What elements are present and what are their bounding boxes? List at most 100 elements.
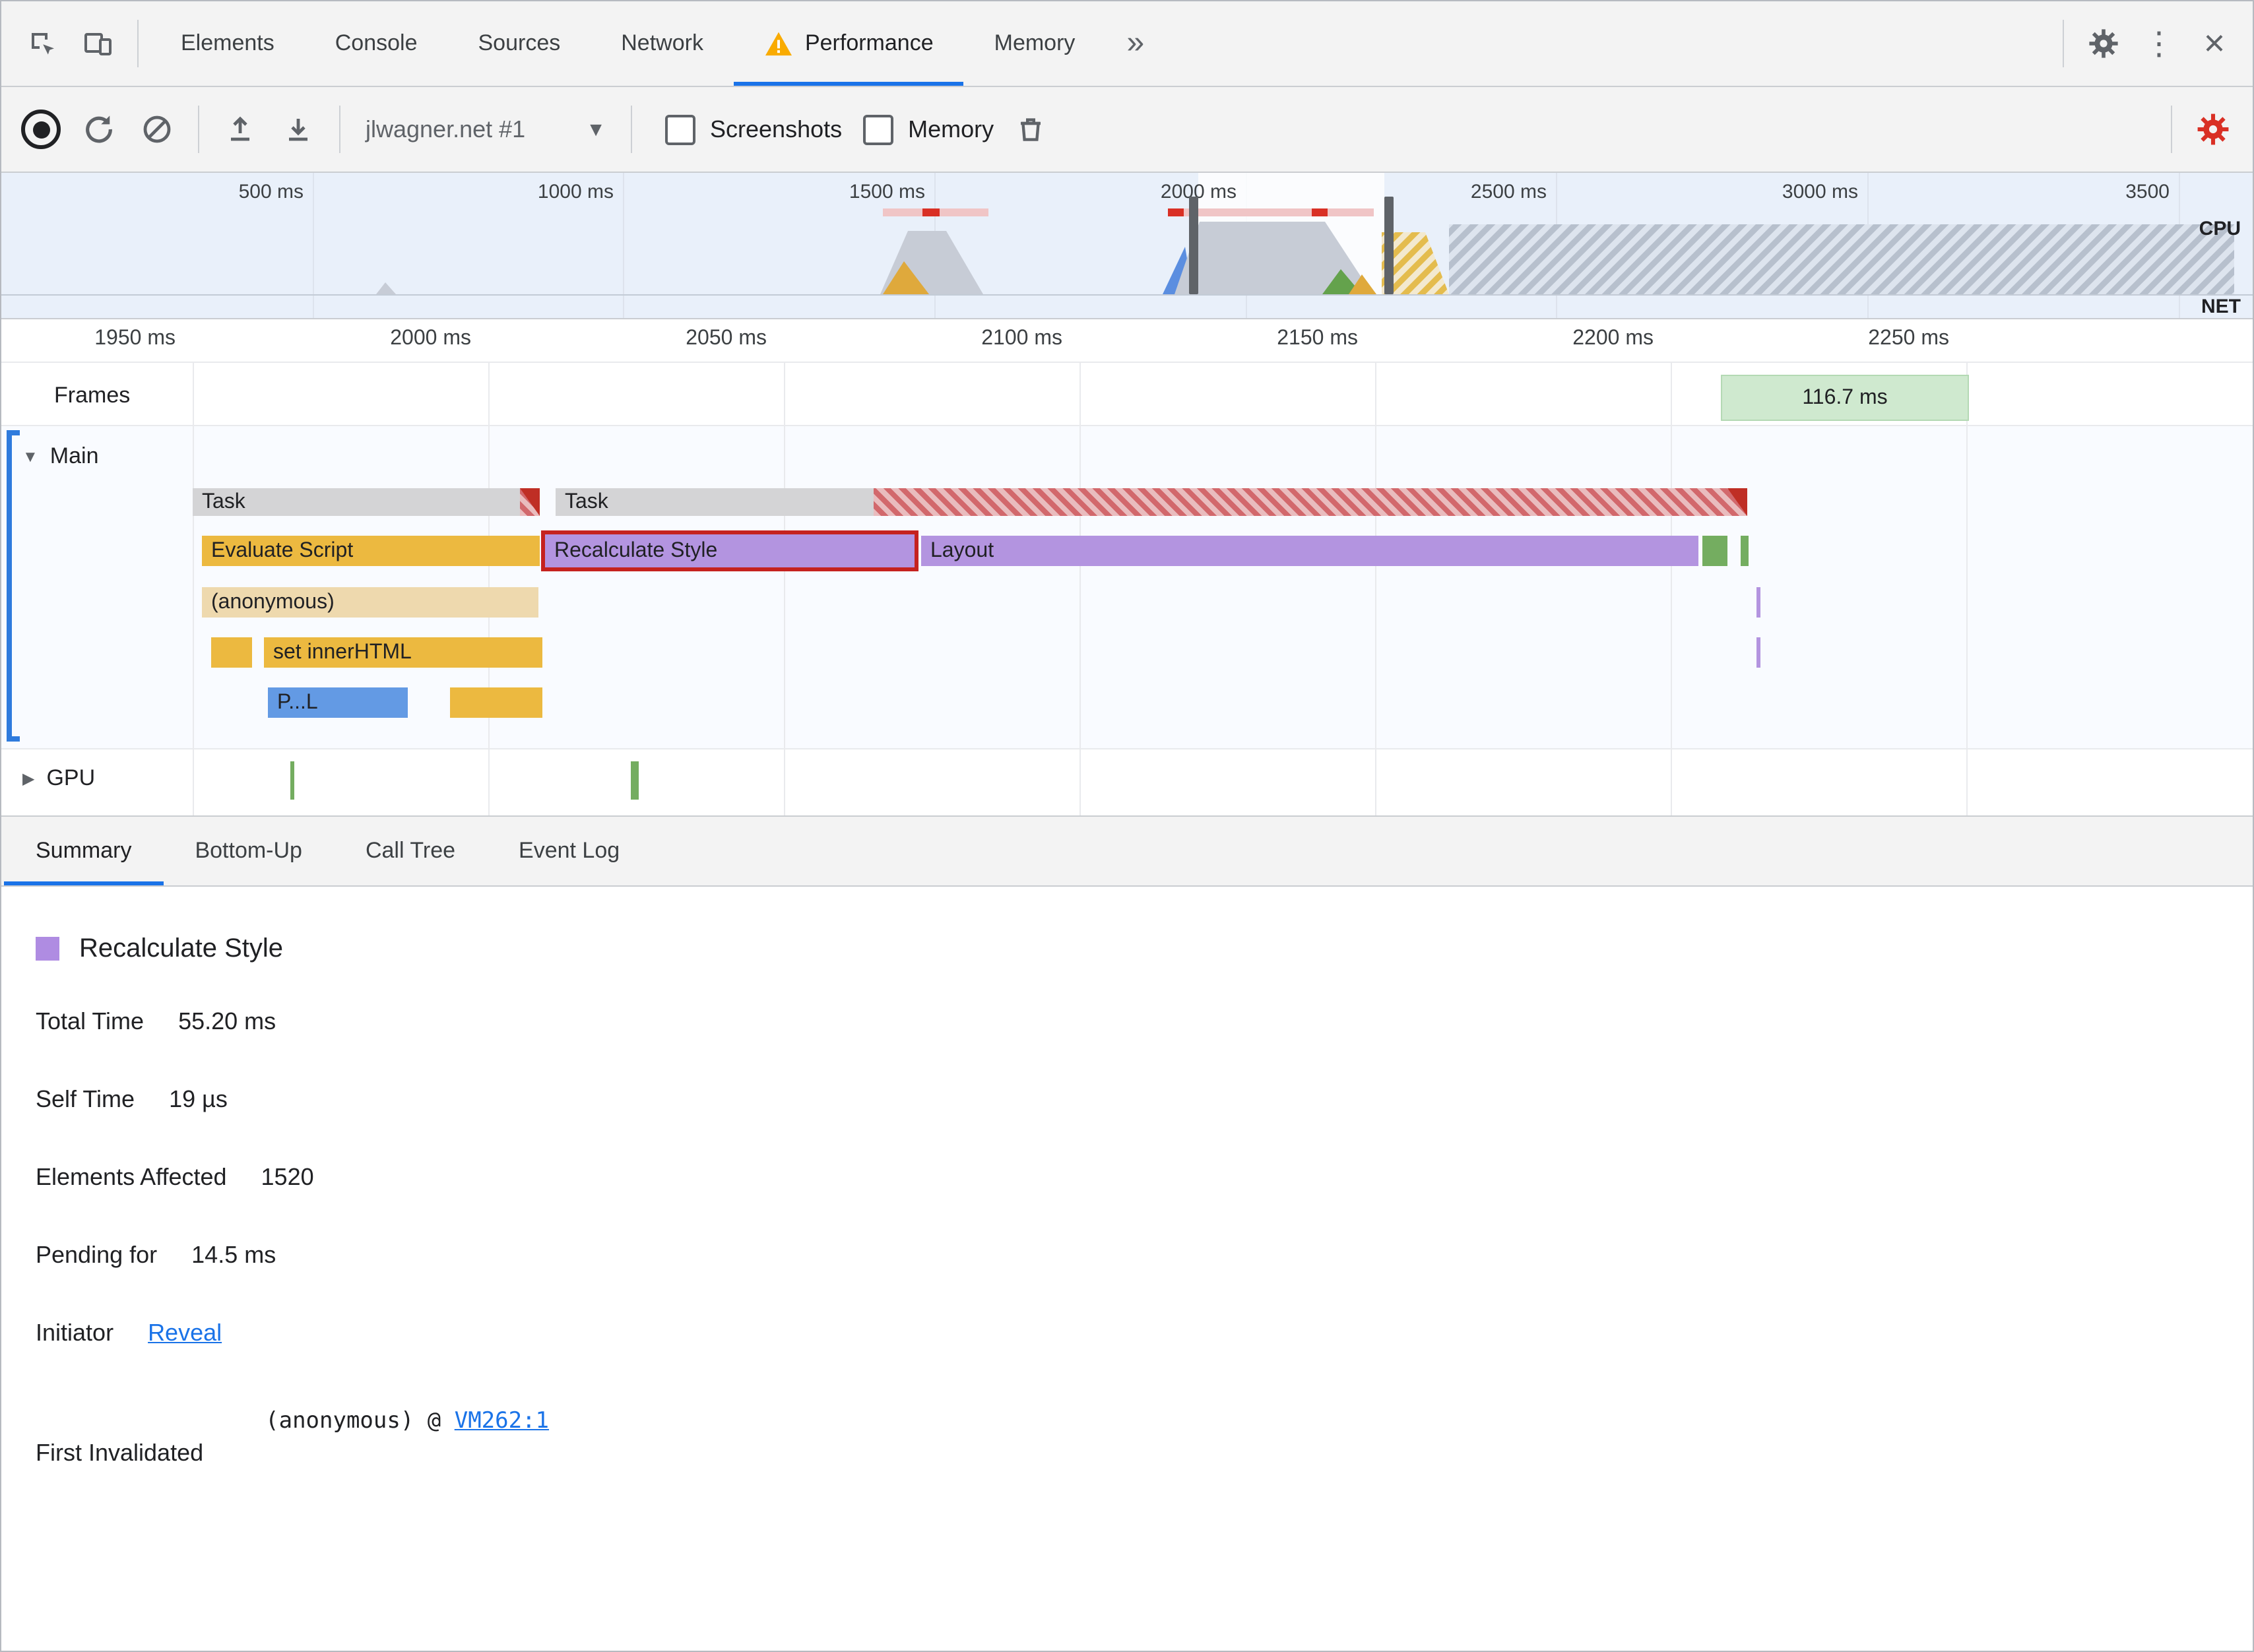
gpu-activity-bar[interactable] (290, 761, 294, 800)
tab-memory[interactable]: Memory (964, 1, 1106, 86)
script-bar[interactable] (450, 687, 542, 718)
long-task-hatched-bar[interactable] (874, 488, 1747, 516)
selection-handle-left[interactable] (1189, 197, 1198, 294)
gridline (1079, 362, 1081, 815)
tab-bottom-up[interactable]: Bottom-Up (163, 817, 334, 885)
divider (339, 106, 340, 153)
tab-elements[interactable]: Elements (150, 1, 305, 86)
initiator-row: Initiator Reveal (36, 1317, 2253, 1349)
summary-panel: Recalculate Style Total Time 55.20 ms Sel… (1, 932, 2253, 1467)
summary-row-label: Elements Affected (36, 1164, 227, 1190)
checkbox-label: Memory (908, 115, 994, 142)
event-color-legend (36, 937, 59, 961)
parse-html-bar[interactable]: P...L (268, 687, 408, 718)
expand-arrow-icon: ▶ (22, 769, 35, 788)
timeline-overview[interactable]: 500 ms 1000 ms 1500 ms 2000 ms 2500 ms 3… (1, 173, 2253, 319)
warning-icon (764, 30, 793, 57)
frames-track-label: Frames (54, 383, 131, 408)
cpu-strip-label: CPU (2199, 218, 2241, 240)
tab-label: Sources (478, 30, 561, 55)
frame-duration-block[interactable]: 116.7 ms (1721, 375, 1969, 421)
style-sliver-bar[interactable] (1756, 637, 1760, 668)
gpu-activity-bar[interactable] (631, 761, 639, 800)
tab-sources[interactable]: Sources (448, 1, 591, 86)
script-bar[interactable] (211, 637, 252, 668)
summary-row: Pending for 14.5 ms (36, 1239, 2253, 1271)
profile-select[interactable]: jlwagner.net #1 ▼ (352, 100, 619, 158)
task-bar-label: Task (565, 491, 608, 513)
source-location-link[interactable]: VM262:1 (455, 1408, 549, 1434)
bar-label: (anonymous) (211, 591, 335, 614)
clear-button[interactable] (128, 99, 186, 160)
bar-label: set innerHTML (273, 641, 412, 664)
task-bar[interactable]: Task (556, 488, 874, 516)
checkbox-label: Screenshots (710, 115, 843, 142)
summary-row: Self Time 19 µs (36, 1083, 2253, 1115)
screenshots-checkbox[interactable]: Screenshots (665, 114, 842, 144)
flame-chart[interactable]: 1950 ms 2000 ms 2050 ms 2100 ms 2150 ms … (1, 319, 2253, 815)
anonymous-call-bar[interactable]: (anonymous) (202, 587, 538, 618)
inspect-icon[interactable] (15, 13, 70, 74)
summary-heading: Recalculate Style (36, 932, 2253, 966)
gridline (784, 362, 785, 815)
profile-select-value: jlwagner.net #1 (366, 115, 526, 142)
tab-network[interactable]: Network (591, 1, 734, 86)
gridline (1375, 362, 1376, 815)
divider (1, 362, 2253, 363)
devtools-tabbar: Elements Console Sources Network Perform… (1, 1, 2253, 87)
evaluate-script-bar[interactable]: Evaluate Script (202, 536, 540, 566)
bar-label: Evaluate Script (211, 540, 354, 562)
recalculate-style-bar[interactable]: Recalculate Style (541, 530, 918, 571)
summary-row-label: Pending for (36, 1242, 158, 1268)
summary-row-value: 14.5 ms (191, 1242, 276, 1268)
load-profile-icon[interactable] (211, 99, 269, 160)
main-track-header[interactable]: ▼ Main (22, 443, 99, 470)
kebab-menu-icon[interactable]: ⋮ (2131, 13, 2187, 74)
reload-and-record-button[interactable] (70, 99, 128, 160)
timeline-tick: 2000 ms (390, 327, 471, 350)
tab-summary[interactable]: Summary (4, 817, 163, 885)
selection-handle-right[interactable] (1384, 197, 1394, 294)
overview-tick: 2000 ms (1160, 181, 1237, 203)
paint-bar[interactable] (1741, 536, 1749, 566)
gpu-track-header[interactable]: ▶ GPU (22, 765, 95, 792)
layout-bar[interactable]: Layout (921, 536, 1698, 566)
reveal-link[interactable]: Reveal (148, 1319, 222, 1346)
track-title: GPU (46, 765, 96, 790)
divider (1, 748, 2253, 749)
settings-gear-icon[interactable] (2076, 13, 2131, 74)
device-toolbar-icon[interactable] (70, 13, 125, 74)
divider (631, 106, 632, 153)
capture-settings-gear-icon[interactable] (2184, 99, 2242, 160)
tab-label: Bottom-Up (195, 838, 302, 863)
tab-performance[interactable]: Performance (734, 1, 964, 86)
long-task-marker (1312, 208, 1328, 216)
timeline-tick: 1950 ms (94, 327, 176, 350)
style-sliver-bar[interactable] (1756, 587, 1760, 618)
summary-row-value: 19 µs (169, 1086, 228, 1112)
memory-checkbox[interactable]: Memory (863, 114, 994, 144)
stack-frame-text: (anonymous) @ (265, 1408, 455, 1434)
gridline (1671, 362, 1672, 815)
gridline (1966, 362, 1968, 815)
overview-tick: 1000 ms (537, 181, 614, 203)
tab-call-tree[interactable]: Call Tree (334, 817, 487, 885)
stack-trace-line: (anonymous) @ VM262:1 (265, 1408, 549, 1434)
set-innerhtml-bar[interactable]: set innerHTML (264, 637, 542, 668)
collapse-arrow-icon: ▼ (22, 447, 38, 466)
tab-event-log[interactable]: Event Log (487, 817, 651, 885)
tab-console[interactable]: Console (305, 1, 448, 86)
summary-row-label: First Invalidated (36, 1440, 204, 1466)
record-button[interactable] (12, 99, 70, 160)
summary-row-value: 55.20 ms (178, 1008, 276, 1034)
more-tabs-icon[interactable]: » (1105, 4, 1165, 83)
summary-row-label: Initiator (36, 1319, 114, 1346)
cpu-activity-chart (376, 222, 2234, 294)
save-profile-icon[interactable] (269, 99, 327, 160)
tab-label: Network (621, 30, 703, 55)
task-bar[interactable]: Task (193, 488, 540, 516)
paint-bar[interactable] (1702, 536, 1727, 566)
trash-icon[interactable] (1002, 99, 1060, 160)
overview-tick: 500 ms (238, 181, 304, 203)
close-icon[interactable]: × (2187, 13, 2242, 74)
